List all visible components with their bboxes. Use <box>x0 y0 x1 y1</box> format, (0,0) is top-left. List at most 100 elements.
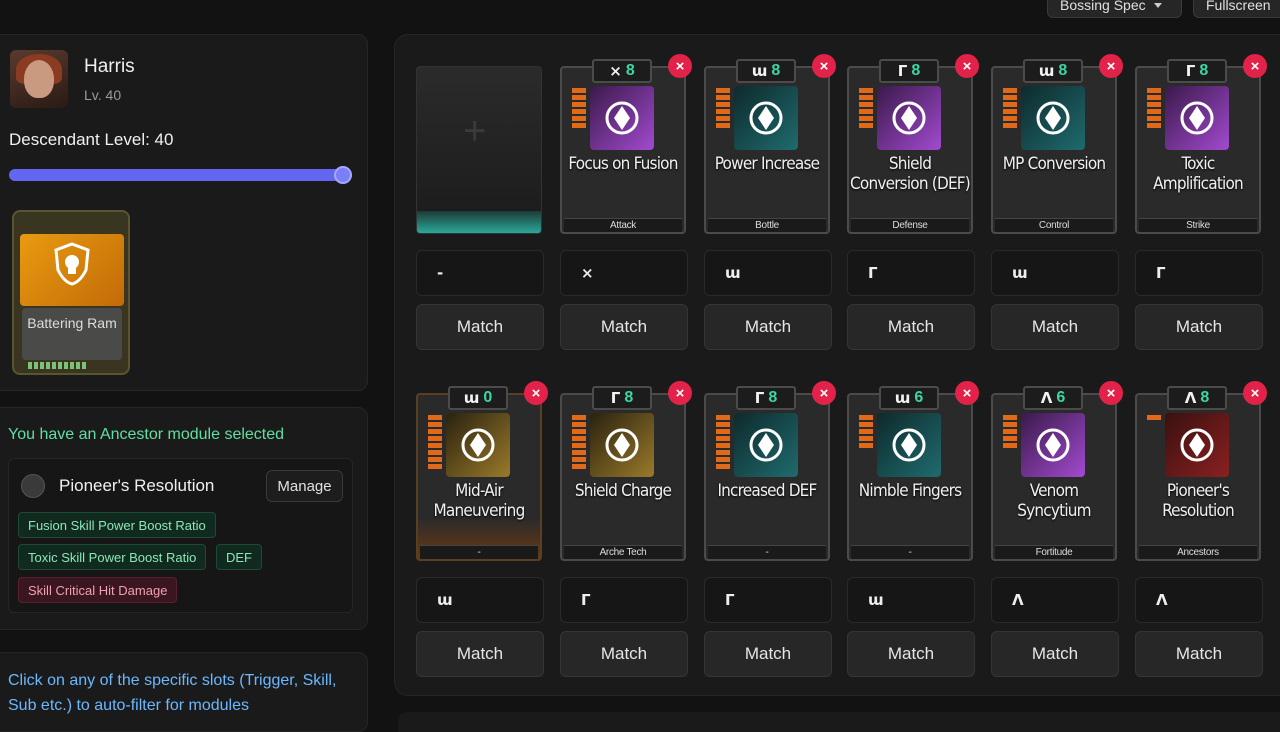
socket-filter[interactable]: ɯ <box>416 577 544 623</box>
ancestor-name: Pioneer's Resolution <box>59 476 215 495</box>
match-button[interactable]: Match <box>560 631 688 677</box>
socket-filter[interactable]: ɯ <box>847 577 975 623</box>
match-button[interactable]: Match <box>991 631 1119 677</box>
module-title: Nimble Fingers <box>858 481 962 501</box>
descendant-level-label: Descendant Level: 40 <box>9 130 174 149</box>
close-icon[interactable]: × <box>668 54 692 78</box>
module-cost: 6 <box>1056 389 1066 406</box>
module-card[interactable]: ɯ 8 × Power Increase Bottle <box>704 54 836 234</box>
module-icon <box>1165 86 1229 150</box>
socket-filter[interactable]: Γ <box>560 577 688 623</box>
match-button[interactable]: Match <box>1135 631 1263 677</box>
module-icon <box>734 413 798 477</box>
match-button[interactable]: Match <box>991 304 1119 350</box>
module-card[interactable]: Γ 8 × Increased DEF - <box>704 381 836 561</box>
module-category: Fortitude <box>995 545 1113 559</box>
module-level-bars <box>716 415 730 469</box>
empty-module-slot[interactable]: + <box>416 66 542 234</box>
socket-filter[interactable]: ɯ <box>991 250 1119 296</box>
module-title: Increased DEF <box>717 481 817 501</box>
socket-filter[interactable]: ɯ <box>704 250 832 296</box>
match-button[interactable]: Match <box>416 304 544 350</box>
close-icon[interactable]: × <box>1099 381 1123 405</box>
module-card[interactable]: Γ 8 × Toxic Amplification Strike <box>1135 54 1267 234</box>
socket-symbol: Γ <box>1185 62 1196 80</box>
match-button[interactable]: Match <box>704 631 832 677</box>
module-category: Control <box>995 218 1113 232</box>
fullscreen-button[interactable]: Fullscreen <box>1193 0 1280 18</box>
module-card[interactable]: Γ 8 × Shield Conversion (DEF) Defense <box>847 54 979 234</box>
module-level-bars <box>572 88 586 128</box>
close-icon[interactable]: × <box>812 54 836 78</box>
socket-filter[interactable]: Γ <box>847 250 975 296</box>
module-card[interactable]: ɯ 0 × Mid-Air Maneuvering - <box>416 381 548 561</box>
match-button[interactable]: Match <box>416 631 544 677</box>
module-cost: 8 <box>768 389 778 406</box>
module-card[interactable]: ⨯ 8 × Focus on Fusion Attack <box>560 54 692 234</box>
socket-symbol: ⨯ <box>609 62 622 80</box>
module-card[interactable]: Λ 6 × Venom Syncytium Fortitude <box>991 381 1123 561</box>
module-icon <box>877 86 941 150</box>
module-level-bars <box>1147 415 1161 420</box>
module-level-bars <box>1003 88 1017 128</box>
slider-thumb[interactable] <box>334 166 352 184</box>
socket-symbol: Γ <box>897 62 908 80</box>
module-cost: 8 <box>771 62 781 79</box>
ancestor-tag: Toxic Skill Power Boost Ratio <box>18 544 207 570</box>
module-category: - <box>420 545 538 559</box>
module-socket-cap: ɯ8 <box>1023 59 1083 83</box>
module-category: - <box>851 545 969 559</box>
module-socket-cap: Γ8 <box>736 386 796 410</box>
module-title: Mid-Air Maneuvering <box>433 481 526 521</box>
ancestor-message: You have an Ancestor module selected <box>8 426 285 443</box>
close-icon[interactable]: × <box>955 54 979 78</box>
module-category: - <box>708 545 826 559</box>
module-title: Toxic Amplification <box>1153 154 1244 194</box>
module-icon <box>877 413 941 477</box>
module-cost: 0 <box>483 389 493 406</box>
match-button[interactable]: Match <box>847 304 975 350</box>
socket-filter[interactable]: Γ <box>704 577 832 623</box>
socket-filter[interactable]: ⨯ <box>560 250 688 296</box>
close-icon[interactable]: × <box>1243 381 1267 405</box>
module-socket-cap: ⨯ 8 <box>592 59 652 83</box>
descendant-level-slider[interactable] <box>9 169 352 181</box>
close-icon[interactable]: × <box>812 381 836 405</box>
module-level-pips <box>28 362 86 369</box>
module-card[interactable]: Γ 8 × Shield Charge Arche Tech <box>560 381 692 561</box>
close-icon[interactable]: × <box>955 381 979 405</box>
module-level-bars <box>1147 88 1161 128</box>
module-level-bars <box>1003 415 1017 448</box>
match-button[interactable]: Match <box>560 304 688 350</box>
plus-icon: + <box>463 109 487 153</box>
equipped-module-label: Battering Ram <box>22 308 122 360</box>
module-socket-cap: ɯ0 <box>448 386 508 410</box>
module-cost: 8 <box>1199 62 1209 79</box>
socket-filter[interactable]: Γ <box>1135 250 1263 296</box>
close-icon[interactable]: × <box>1243 54 1267 78</box>
close-icon[interactable]: × <box>1099 54 1123 78</box>
module-level-bars <box>716 88 730 128</box>
module-title: Power Increase <box>714 154 820 174</box>
socket-filter[interactable]: - <box>416 250 544 296</box>
match-button[interactable]: Match <box>847 631 975 677</box>
spec-dropdown[interactable]: Bossing Spec <box>1047 0 1182 18</box>
socket-filter[interactable]: Λ <box>991 577 1119 623</box>
module-title: Shield Charge <box>574 481 672 501</box>
socket-filter[interactable]: Λ <box>1135 577 1263 623</box>
close-icon[interactable]: × <box>524 381 548 405</box>
module-category: Bottle <box>708 218 826 232</box>
match-button[interactable]: Match <box>704 304 832 350</box>
socket-symbol: Γ <box>610 389 621 407</box>
match-button[interactable]: Match <box>1135 304 1263 350</box>
equipped-module-card[interactable]: Battering Ram <box>12 210 130 375</box>
close-icon[interactable]: × <box>668 381 692 405</box>
module-socket-cap: ɯ8 <box>736 59 796 83</box>
manage-button[interactable]: Manage <box>266 470 343 502</box>
module-level-bars <box>859 88 873 128</box>
chevron-down-icon <box>1153 2 1162 8</box>
module-card[interactable]: Λ 8 × Pioneer's Resolution Ancestors <box>1135 381 1267 561</box>
module-card[interactable]: ɯ 6 × Nimble Fingers - <box>847 381 979 561</box>
module-icon <box>446 413 510 477</box>
module-card[interactable]: ɯ 8 × MP Conversion Control <box>991 54 1123 234</box>
